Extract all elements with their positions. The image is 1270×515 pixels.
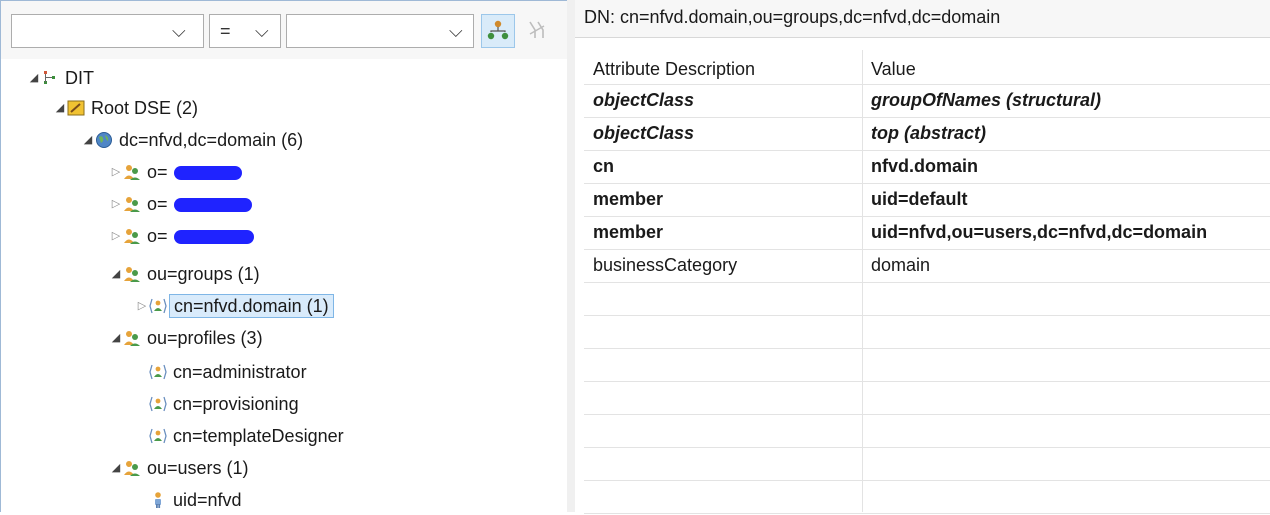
dit-icon: [44, 71, 55, 84]
expand-toggle-icon[interactable]: ◢: [109, 259, 123, 289]
clear-search-button[interactable]: [521, 14, 555, 48]
tree-label: dc=nfvd,dc=domain (6): [119, 130, 304, 150]
redaction-mark: [174, 198, 252, 212]
expand-toggle-icon[interactable]: ◢: [53, 93, 67, 123]
value-combo[interactable]: ⌵: [286, 14, 474, 48]
entry-editor-pane: DN: cn=nfvd.domain,ou=groups,dc=nfvd,dc=…: [575, 0, 1270, 514]
group-of-names-icon: [149, 298, 167, 314]
expand-toggle-icon[interactable]: ▷: [109, 157, 123, 187]
expand-toggle-icon[interactable]: ◢: [81, 125, 95, 155]
empty-row: [584, 448, 1270, 481]
expand-toggle-icon[interactable]: ◢: [109, 453, 123, 483]
chevron-down-icon: ⌵: [255, 21, 269, 42]
expand-toggle-icon[interactable]: ▷: [135, 291, 149, 321]
table-row[interactable]: cn nfvd.domain: [584, 151, 1270, 184]
group-of-names-icon: [149, 396, 167, 412]
column-header-value[interactable]: Value: [871, 50, 916, 88]
tree-label: uid=nfvd: [173, 490, 242, 510]
tree-label: cn=nfvd.domain (1): [169, 294, 334, 318]
attribute-cell: member: [593, 189, 664, 209]
hierarchy-icon: [487, 20, 509, 40]
tree-label: cn=administrator: [173, 362, 307, 382]
tree-label: ou=profiles (3): [147, 328, 263, 348]
attribute-cell: objectClass: [593, 90, 695, 110]
table-row[interactable]: businessCategory domain: [584, 250, 1270, 283]
redaction-mark: [174, 230, 254, 244]
attribute-cell: member: [593, 222, 664, 242]
globe-icon: [96, 132, 112, 148]
dn-label: DN: cn=nfvd.domain,ou=groups,dc=nfvd,dc=…: [575, 0, 1270, 38]
clear-filter-icon: [529, 21, 545, 38]
ldap-browser-pane: ⌵ = ⌵ ⌵ ◢ DIT ◢ Root DSE (2) ◢ dc=nfvd,d…: [0, 0, 567, 512]
attribute-table: Attribute Description Value objectClass …: [584, 50, 1270, 514]
expand-toggle-icon[interactable]: ▷: [109, 221, 123, 251]
quick-search-bar: ⌵ = ⌵ ⌵: [1, 1, 567, 59]
column-header-attribute[interactable]: Attribute Description: [593, 50, 755, 88]
empty-row: [584, 481, 1270, 514]
tree-label: cn=templateDesigner: [173, 426, 344, 446]
group-of-names-icon: [149, 364, 167, 380]
table-row[interactable]: member uid=default: [584, 184, 1270, 217]
users-group-icon: [124, 331, 140, 346]
users-group-icon: [124, 461, 140, 476]
tree-label: ou=users (1): [147, 458, 249, 478]
value-cell[interactable]: nfvd.domain: [871, 151, 978, 181]
value-cell[interactable]: top (abstract): [871, 118, 986, 148]
empty-row: [584, 349, 1270, 382]
tree-label: Root DSE (2): [91, 98, 199, 118]
value-cell[interactable]: groupOfNames (structural): [871, 85, 1101, 115]
table-row[interactable]: objectClass groupOfNames (structural): [584, 85, 1270, 118]
users-group-icon: [124, 165, 140, 180]
value-cell[interactable]: domain: [871, 250, 930, 280]
pane-splitter[interactable]: [567, 0, 575, 512]
users-group-icon: [124, 197, 140, 212]
expand-toggle-icon[interactable]: ◢: [27, 63, 41, 93]
tree-label: ou=groups (1): [147, 264, 260, 284]
link-with-editor-button[interactable]: [481, 14, 515, 48]
chevron-down-icon: ⌵: [172, 21, 186, 42]
empty-row: [584, 316, 1270, 349]
table-header: Attribute Description Value: [584, 50, 1270, 85]
root-dse-icon: [67, 100, 85, 116]
tree-label: o=: [147, 226, 168, 246]
attribute-cell: businessCategory: [593, 255, 738, 275]
empty-row: [584, 382, 1270, 415]
attribute-combo[interactable]: ⌵: [11, 14, 204, 48]
attribute-cell: cn: [593, 156, 615, 176]
table-row[interactable]: member uid=nfvd,ou=users,dc=nfvd,dc=doma…: [584, 217, 1270, 250]
expand-toggle-icon[interactable]: ◢: [109, 323, 123, 353]
operator-combo-value: =: [220, 21, 231, 41]
redaction-mark: [174, 166, 242, 180]
operator-combo[interactable]: = ⌵: [209, 14, 281, 48]
chevron-down-icon: ⌵: [449, 21, 463, 42]
value-cell[interactable]: uid=nfvd,ou=users,dc=nfvd,dc=domain: [871, 217, 1207, 247]
tree-label: o=: [147, 162, 168, 182]
tree-label: cn=provisioning: [173, 394, 299, 414]
person-icon: [155, 492, 161, 508]
group-of-names-icon: [149, 428, 167, 444]
tree-label: DIT: [65, 68, 94, 88]
empty-row: [584, 283, 1270, 316]
expand-toggle-icon[interactable]: ▷: [109, 189, 123, 219]
empty-row: [584, 415, 1270, 448]
users-group-icon: [124, 267, 140, 282]
attribute-cell: objectClass: [593, 123, 695, 143]
users-group-icon: [124, 229, 140, 244]
value-cell[interactable]: uid=default: [871, 184, 968, 214]
tree-label: o=: [147, 194, 168, 214]
table-row[interactable]: objectClass top (abstract): [584, 118, 1270, 151]
